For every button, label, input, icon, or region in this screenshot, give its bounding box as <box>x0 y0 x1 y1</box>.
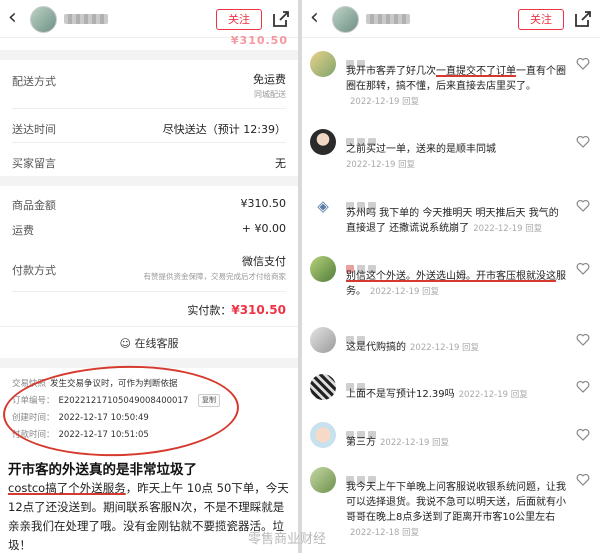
blurred-username <box>366 14 410 24</box>
commenter-avatar[interactable] <box>310 467 336 493</box>
comment-text: 我今天上午下单晚上问客服说收银系统问题，让我可以选择退货。我说不急可以明天送，后… <box>346 482 566 538</box>
blurred-commenter-name <box>346 53 368 68</box>
blurred-username <box>64 14 108 24</box>
delivery-method-value: 免运费 <box>253 73 286 86</box>
post-title: 开市客的外送真的是非常垃圾了 <box>8 462 197 478</box>
blurred-commenter-name <box>346 469 379 484</box>
commenter-avatar[interactable] <box>310 422 336 448</box>
blurred-commenter-name <box>346 424 379 439</box>
reply-link[interactable]: 回复 <box>432 438 449 448</box>
shipping-fee-value: + ¥0.00 <box>241 222 286 235</box>
like-heart-icon[interactable] <box>576 199 590 212</box>
commenter-avatar[interactable] <box>310 256 336 282</box>
like-heart-icon[interactable] <box>576 380 590 393</box>
share-icon[interactable] <box>572 8 594 30</box>
total-paid-value: ¥310.50 <box>231 303 286 317</box>
reply-link[interactable]: 回复 <box>511 390 528 400</box>
paid-time-row: 付款时间： 2022-12-17 10:51:05 <box>12 430 149 440</box>
diamond-avatar-icon[interactable]: ◈ <box>310 193 336 219</box>
comment-text: 别信这个外送。外送选山姆。开市客压根就没这服务。 2022-12-19 回复 <box>346 271 566 297</box>
payment-guarantee-note: 有赞提供资金保障，交易完成后才付给商家 <box>143 272 287 281</box>
snapshot-row: 交易快照 发生交易争议时，可作为判断依据 <box>12 379 178 389</box>
like-heart-icon[interactable] <box>576 135 590 148</box>
back-arrow-icon[interactable]: ‹ <box>310 5 319 31</box>
share-icon[interactable] <box>270 8 292 30</box>
copy-button[interactable]: 复制 <box>198 394 220 407</box>
reply-link[interactable]: 回复 <box>422 287 439 297</box>
payment-method-label: 付款方式 <box>12 264 56 277</box>
created-time-row: 创建时间： 2022-12-17 10:50:49 <box>12 413 149 423</box>
follow-button[interactable]: 关注 <box>518 9 564 30</box>
like-heart-icon[interactable] <box>576 262 590 275</box>
reply-link[interactable]: 回复 <box>525 224 542 234</box>
reply-link[interactable]: 回复 <box>398 160 415 170</box>
payment-method-value: 微信支付 <box>242 255 286 268</box>
like-heart-icon[interactable] <box>576 57 590 70</box>
order-number-row: 订单编号： E20221217105049008400017 <box>12 396 189 406</box>
delivery-time-value: 尽快送达（预计 12:39） <box>162 123 286 136</box>
total-paid: 实付款：¥310.50 <box>187 303 286 317</box>
delivery-time-label: 送达时间 <box>12 123 56 136</box>
comment-text: 这是代购搞的 2022-12-19 回复 <box>346 342 480 353</box>
shipping-fee-label: 运费 <box>12 224 34 237</box>
comment-text: 我开市客弄了好几次一直提交不了订单一直有个圈圈在那转，搞不懂，后来直接去店里买了… <box>346 66 566 107</box>
comment-text: 之前买过一单，送来的是顺丰同城 2022-12-19 回复 <box>346 144 496 170</box>
commenter-avatar[interactable] <box>310 327 336 353</box>
order-detail-panel: ‹ 关注 ¥310.50 配送方式 免运费 同城配送 送达时间 尽快送达（预计 … <box>0 0 298 553</box>
top-bar: ‹ 关注 <box>302 0 600 38</box>
buyer-message-value: 无 <box>275 157 286 170</box>
scrolled-price: ¥310.50 <box>230 34 288 47</box>
reply-link[interactable]: 回复 <box>402 528 419 538</box>
comment-text: 第三方 2022-12-19 回复 <box>346 437 450 448</box>
like-heart-icon[interactable] <box>576 428 590 441</box>
comment-text: 苏州吗 我下单的 今天推明天 明天推后天 我气的直接退了 还撒谎说系统崩了 202… <box>346 208 559 234</box>
watermark: 零售商业财经 <box>248 532 327 547</box>
comment-text: 上面不是写预计12.39吗 2022-12-19 回复 <box>346 389 528 400</box>
blurred-commenter-name <box>346 329 368 344</box>
blurred-commenter-name <box>346 195 379 210</box>
goods-amount-value: ¥310.50 <box>240 197 287 210</box>
comments-panel: ‹ 关注 我开市客弄了好几次一直提交不了订单一直有个圈圈在那转，搞不懂，后来直接… <box>302 0 600 553</box>
online-service-button[interactable]: ☺ 在线客服 <box>0 335 298 351</box>
commenter-avatar[interactable] <box>310 129 336 155</box>
blurred-commenter-name <box>346 131 379 146</box>
delivery-method-sub: 同城配送 <box>254 90 286 99</box>
avatar[interactable] <box>30 6 57 33</box>
commenter-avatar[interactable] <box>310 51 336 77</box>
like-heart-icon[interactable] <box>576 473 590 486</box>
top-bar: ‹ 关注 <box>0 0 298 38</box>
like-heart-icon[interactable] <box>576 333 590 346</box>
buyer-message-label: 买家留言 <box>12 157 56 170</box>
commenter-avatar[interactable] <box>310 374 336 400</box>
blurred-commenter-name <box>346 376 368 391</box>
blurred-commenter-name <box>346 258 379 273</box>
follow-button[interactable]: 关注 <box>216 9 262 30</box>
reply-link[interactable]: 回复 <box>462 343 479 353</box>
avatar[interactable] <box>332 6 359 33</box>
delivery-method-label: 配送方式 <box>12 75 56 88</box>
reply-link[interactable]: 回复 <box>402 97 419 107</box>
goods-amount-label: 商品金额 <box>12 199 56 212</box>
back-arrow-icon[interactable]: ‹ <box>8 5 17 31</box>
